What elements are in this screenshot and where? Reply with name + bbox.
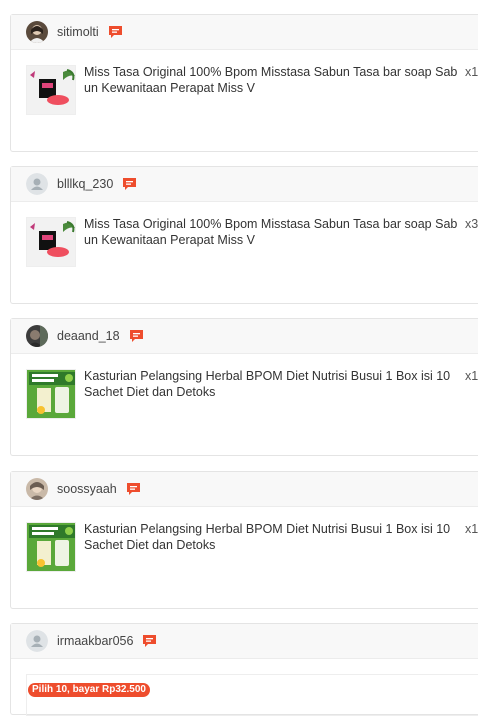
product-quantity: x3 xyxy=(465,217,478,231)
order-card-header: blllkq_230 xyxy=(11,167,478,202)
promo-badge[interactable]: Pilih 10, bayar Rp32.500 xyxy=(28,683,150,697)
product-thumbnail[interactable] xyxy=(26,217,76,267)
buyer-username[interactable]: deaand_18 xyxy=(57,329,120,343)
chat-icon[interactable] xyxy=(108,25,123,40)
product-row[interactable]: Kasturian Pelangsing Herbal BPOM Diet Nu… xyxy=(11,354,478,419)
order-card: sitimolti Miss Tasa Original 100% Bpom M… xyxy=(10,14,478,152)
order-card-header: soossyaah xyxy=(11,472,478,507)
avatar-placeholder-icon[interactable] xyxy=(26,173,48,195)
product-quantity: x1 xyxy=(465,65,478,79)
buyer-username[interactable]: irmaakbar056 xyxy=(57,634,133,648)
avatar[interactable] xyxy=(26,325,48,347)
order-card-header: sitimolti xyxy=(11,15,478,50)
chat-icon[interactable] xyxy=(126,482,141,497)
avatar-placeholder-icon[interactable] xyxy=(26,630,48,652)
product-row[interactable]: Kasturian Pelangsing Herbal BPOM Diet Nu… xyxy=(11,507,478,572)
product-thumbnail[interactable] xyxy=(26,65,76,115)
product-name[interactable]: Miss Tasa Original 100% Bpom Misstasa Sa… xyxy=(84,217,460,248)
order-card: blllkq_230 Miss Tasa Original 100% Bpom … xyxy=(10,166,478,304)
order-card-header: irmaakbar056 xyxy=(11,624,478,659)
order-card-header: deaand_18 xyxy=(11,319,478,354)
product-thumbnail[interactable] xyxy=(26,522,76,572)
buyer-username[interactable]: soossyaah xyxy=(57,482,117,496)
product-name[interactable]: Miss Tasa Original 100% Bpom Misstasa Sa… xyxy=(84,65,460,96)
product-quantity: x1 xyxy=(465,369,478,383)
product-name[interactable]: Kasturian Pelangsing Herbal BPOM Diet Nu… xyxy=(84,522,460,553)
product-name[interactable]: Kasturian Pelangsing Herbal BPOM Diet Nu… xyxy=(84,369,460,400)
chat-icon[interactable] xyxy=(129,329,144,344)
chat-icon[interactable] xyxy=(122,177,137,192)
chat-icon[interactable] xyxy=(142,634,157,649)
product-row[interactable]: Miss Tasa Original 100% Bpom Misstasa Sa… xyxy=(11,202,478,267)
buyer-username[interactable]: sitimolti xyxy=(57,25,99,39)
product-quantity: x1 xyxy=(465,522,478,536)
order-card: deaand_18 Kasturian Pelangsing Herbal BP… xyxy=(10,318,478,456)
avatar[interactable] xyxy=(26,478,48,500)
avatar[interactable] xyxy=(26,21,48,43)
buyer-username[interactable]: blllkq_230 xyxy=(57,177,113,191)
product-row[interactable]: Miss Tasa Original 100% Bpom Misstasa Sa… xyxy=(11,50,478,115)
product-thumbnail[interactable] xyxy=(26,369,76,419)
order-card: soossyaah Kasturian Pelangsing Herbal BP… xyxy=(10,471,478,609)
order-card: irmaakbar056 xyxy=(10,623,478,716)
